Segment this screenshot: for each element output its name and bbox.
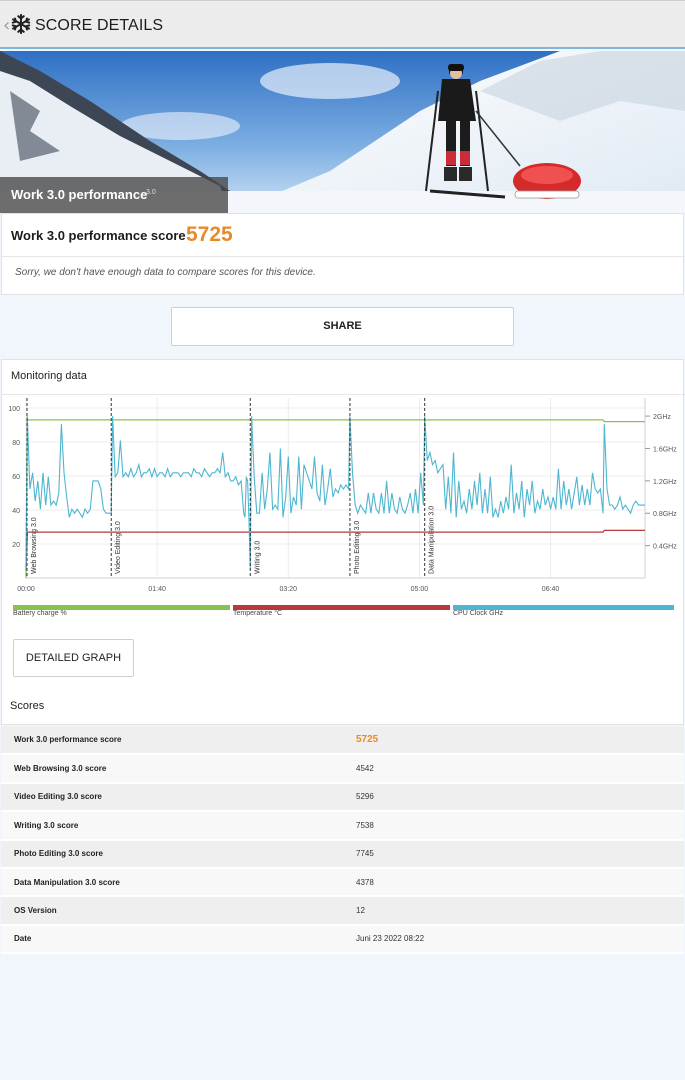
scores-title: Scores [10,700,45,712]
y-left-tick-label: 80 [12,440,20,447]
legend-cpu-label: CPU Clock GHz [453,610,504,617]
score-card: Work 3.0 performance score 5725 Sorry, w… [1,213,685,295]
x-tick-label: 06:40 [542,586,560,593]
score-row-value: 7745 [343,839,684,869]
y-left-tick-label: 20 [12,542,20,549]
score-row: Date Juni 23 2022 08:22 [1,924,684,955]
score-row-name: Data Manipulation 3.0 score [1,867,343,898]
hero-label: Work 3.0 performance 3.0 [0,177,228,213]
x-tick-label: 03:20 [280,586,298,593]
test-marker-label: Photo Editing 3.0 [354,521,361,574]
y-right-tick-label: 1.2GHz [653,479,677,486]
score-row-value: 12 [343,896,684,926]
divider [2,256,685,257]
y-right-tick-label: 2GHz [653,414,671,421]
score-row-value: 4542 [343,754,684,784]
x-tick-label: 01:40 [148,586,166,593]
legend-battery-label: Battery charge % [13,610,67,617]
score-row-name: Work 3.0 performance score [1,726,343,756]
score-row: Work 3.0 performance score 5725 [1,726,684,756]
test-marker-label: Video Editing 3.0 [115,521,122,574]
legend-temperature-label: Temperature °C [233,610,283,617]
hero-title: Work 3.0 performance [11,187,148,202]
score-row-name: Video Editing 3.0 score [1,782,343,813]
y-right-tick-label: 0.8GHz [653,511,677,518]
test-marker-label: Web Browsing 3.0 [31,517,38,574]
score-value: 5725 [186,223,233,246]
app-bar: ‹ SCORE DETAILS [0,0,685,49]
score-row-name: OS Version [1,896,343,926]
hero-version: 3.0 [146,189,156,196]
score-label: Work 3.0 performance score [11,228,186,243]
x-tick-label: 00:00 [17,586,35,593]
score-row: Web Browsing 3.0 score 4542 [1,754,684,784]
score-row-value: 7538 [343,811,684,841]
scores-table: Work 3.0 performance score 5725 Web Browsi… [1,726,684,955]
score-row: Data Manipulation 3.0 score 4378 [1,867,684,898]
y-left-tick-label: 100 [8,406,20,413]
test-marker-label: Writing 3.0 [254,541,261,574]
y-right-tick-label: 1.6GHz [653,446,677,453]
y-left-tick-label: 60 [12,474,20,481]
chart-ticks: 100 80 60 40 20 2GHz 1.6GHz 1.2GHz 0.8GHz 0.4GHz 0… [8,406,677,593]
detailed-graph-button[interactable]: DETAILED GRAPH [13,639,134,677]
share-button[interactable]: SHARE [171,307,514,346]
page-title: SCORE DETAILS [35,17,164,34]
score-row-name: Writing 3.0 score [1,811,343,841]
score-row-name: Photo Editing 3.0 score [1,839,343,869]
score-row-value: 5296 [343,782,684,813]
x-tick-label: 05:00 [411,586,429,593]
score-row-name: Date [1,924,343,955]
snowflake-icon[interactable] [10,13,32,35]
score-row: OS Version 12 [1,896,684,926]
chart-markers: Web Browsing 3.0 Video Editing 3.0 Writing… [26,398,436,578]
score-row: Writing 3.0 score 7538 [1,811,684,841]
score-row-value: 5725 [343,726,684,756]
score-row-name: Web Browsing 3.0 score [1,754,343,784]
comparison-note: Sorry, we don't have enough data to comp… [15,267,316,278]
hero-banner: Work 3.0 performance 3.0 [0,51,685,213]
score-row: Photo Editing 3.0 score 7745 [1,839,684,869]
score-row: Video Editing 3.0 score 5296 [1,782,684,813]
y-right-tick-label: 0.4GHz [653,544,677,551]
y-left-tick-label: 40 [12,508,20,515]
score-row-value: 4378 [343,867,684,898]
monitoring-chart: 100 80 60 40 20 2GHz 1.6GHz 1.2GHz 0.8GHz 0.4GHz 0… [8,398,677,593]
test-marker-label: Data Manipulation 3.0 [429,506,436,574]
score-row-value: Juni 23 2022 08:22 [343,924,684,955]
